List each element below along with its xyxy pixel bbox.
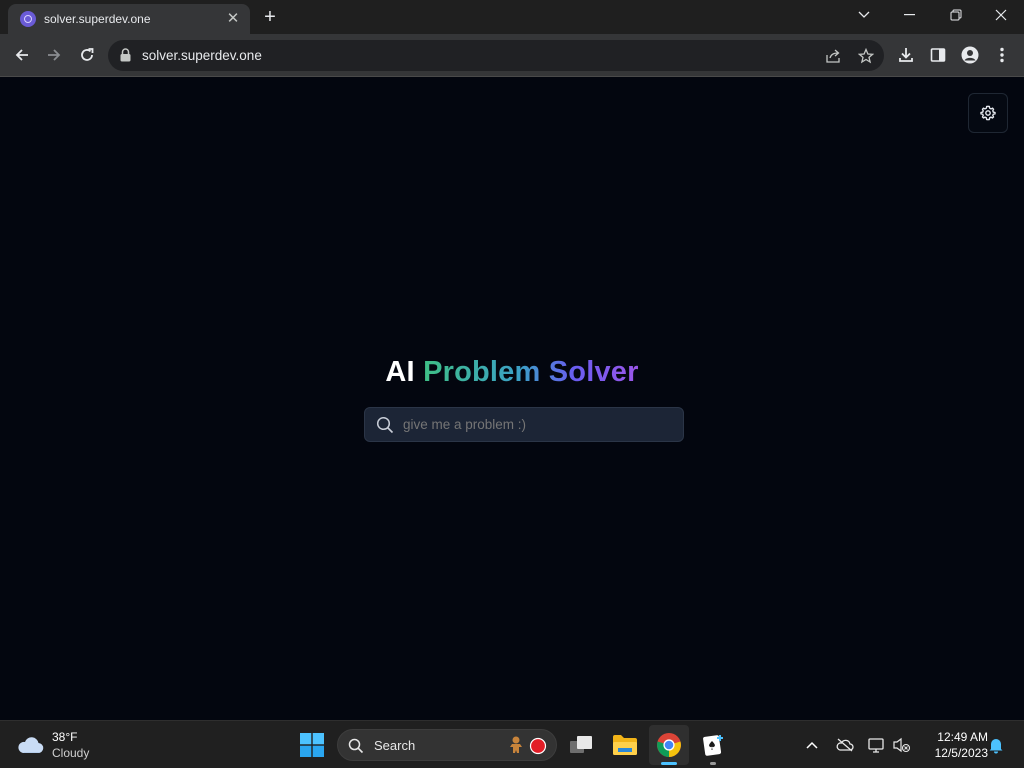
solitaire-button[interactable]	[693, 725, 733, 765]
tab-close-icon[interactable]: ✕	[224, 10, 242, 28]
notification-bell-icon[interactable]	[986, 735, 1006, 755]
profile-button[interactable]	[956, 41, 984, 69]
minimize-button[interactable]	[887, 0, 933, 30]
browser-toolbar: solver.superdev.one	[0, 34, 1024, 77]
lock-icon[interactable]	[120, 48, 131, 62]
onedrive-icon[interactable]	[835, 735, 855, 755]
system-clock[interactable]: 12:49 AM 12/5/2023	[920, 729, 988, 761]
browser-tab-strip: solver.superdev.one ✕ +	[0, 0, 1024, 34]
superdev-favicon-icon	[20, 11, 36, 27]
download-icon	[899, 48, 913, 62]
forward-button[interactable]	[40, 41, 68, 69]
search-icon	[348, 738, 364, 754]
browser-tab[interactable]: solver.superdev.one ✕	[8, 4, 250, 34]
arrow-right-icon	[48, 49, 61, 61]
problem-input[interactable]	[403, 408, 675, 441]
bookmark-star-icon[interactable]	[855, 45, 877, 67]
back-button[interactable]	[8, 41, 36, 69]
share-icon[interactable]	[823, 45, 845, 67]
tab-search-button[interactable]	[841, 0, 887, 30]
restore-icon	[950, 9, 962, 21]
profile-avatar-icon	[961, 46, 979, 64]
active-app-indicator	[661, 762, 677, 765]
title-problem-solver: Problem Solver	[423, 356, 639, 388]
taskbar-search[interactable]: Search	[337, 729, 557, 761]
address-bar[interactable]: solver.superdev.one	[108, 40, 884, 71]
file-explorer-button[interactable]	[605, 725, 645, 765]
weather-widget[interactable]: 38°F Cloudy	[16, 729, 89, 761]
search-highlight-icon	[506, 735, 548, 755]
weather-temp: 38°F	[52, 730, 78, 744]
page-content: AI Problem Solver	[0, 77, 1024, 720]
side-panel-icon	[930, 48, 946, 62]
problem-search-box[interactable]	[364, 407, 684, 442]
solitaire-icon	[703, 735, 723, 756]
task-view-button[interactable]	[561, 725, 601, 765]
close-icon	[995, 9, 1007, 21]
volume-muted-icon[interactable]	[892, 735, 912, 755]
gear-icon	[980, 105, 996, 121]
search-icon	[376, 416, 394, 434]
folder-icon	[613, 735, 637, 755]
page-title: AI Problem Solver	[0, 356, 1024, 389]
chevron-down-icon	[858, 11, 870, 18]
gingerbread-icon	[510, 736, 522, 753]
clock-date: 12/5/2023	[934, 746, 988, 760]
chrome-taskbar-button[interactable]	[649, 725, 689, 765]
url-text: solver.superdev.one	[142, 48, 262, 63]
side-panel-button[interactable]	[924, 41, 952, 69]
ornament-icon	[529, 737, 547, 755]
minimize-icon	[904, 14, 915, 16]
downloads-button[interactable]	[892, 41, 920, 69]
more-vertical-icon	[1000, 47, 1004, 63]
new-tab-button[interactable]: +	[258, 6, 282, 30]
reload-button[interactable]	[73, 41, 101, 69]
browser-menu-button[interactable]	[988, 41, 1016, 69]
task-view-icon	[570, 736, 592, 753]
chrome-icon	[657, 733, 681, 757]
show-hidden-icons-button[interactable]	[802, 735, 822, 755]
tab-title: solver.superdev.one	[44, 12, 151, 26]
network-icon[interactable]	[867, 735, 887, 755]
close-window-button[interactable]	[978, 0, 1024, 30]
chevron-up-icon	[806, 741, 818, 749]
weather-condition: Cloudy	[52, 746, 90, 760]
windows-start-icon	[300, 733, 324, 757]
restore-button[interactable]	[933, 0, 979, 30]
taskbar: 38°F Cloudy Search 12:49 AM 12/5/2023	[0, 720, 1024, 768]
running-app-indicator	[710, 762, 716, 765]
title-ai: AI	[385, 356, 415, 388]
clock-time: 12:49 AM	[937, 730, 988, 744]
arrow-left-icon	[15, 49, 28, 61]
start-button[interactable]	[292, 725, 332, 765]
cloud-icon	[18, 737, 44, 754]
reload-icon	[81, 48, 94, 61]
taskbar-search-label: Search	[374, 738, 416, 753]
settings-button[interactable]	[968, 93, 1008, 133]
